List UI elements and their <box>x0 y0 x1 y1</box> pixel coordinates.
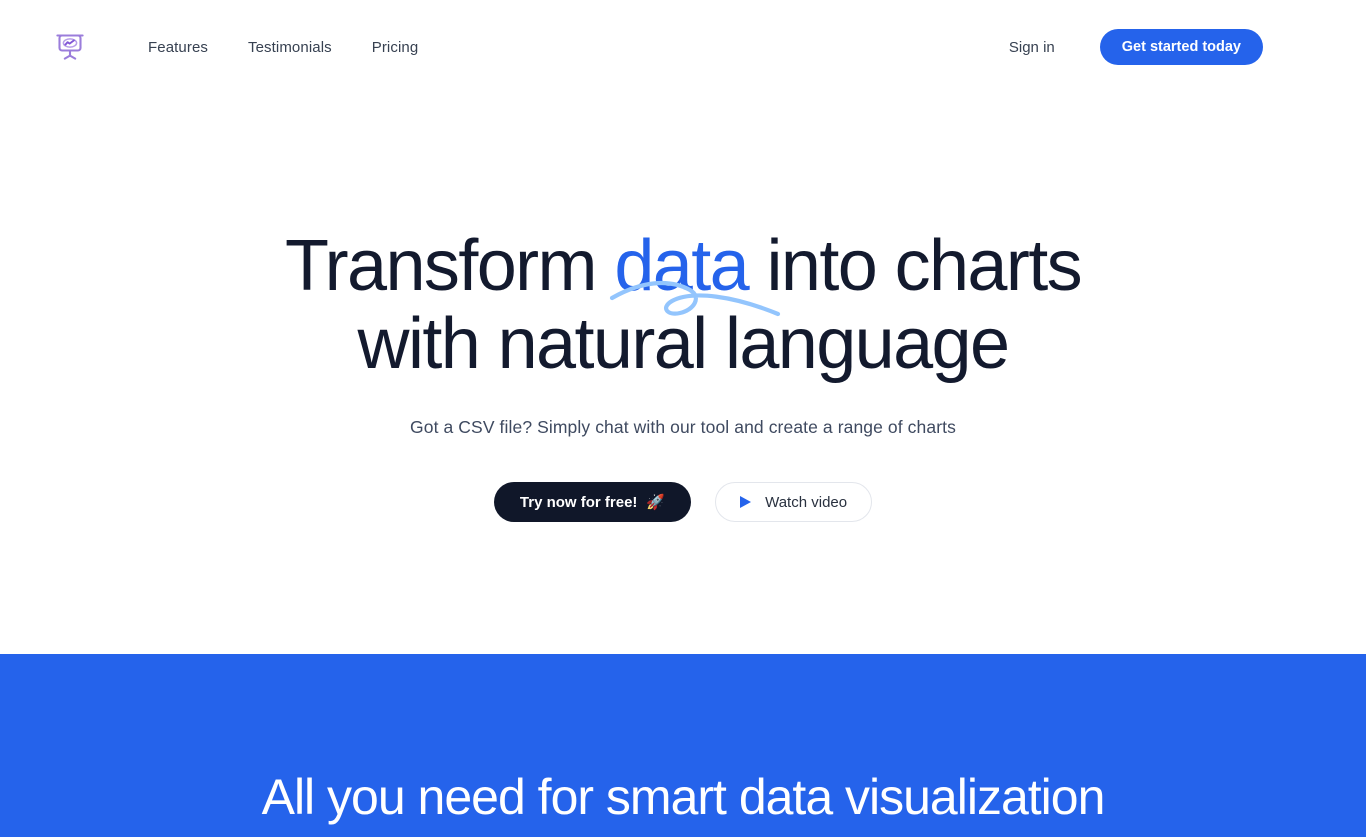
main-navigation: Features Testimonials Pricing <box>148 0 418 94</box>
header-actions: Sign in Get started today <box>1009 0 1263 94</box>
presentation-chart-icon <box>54 31 86 63</box>
hero-subtitle: Got a CSV file? Simply chat with our too… <box>410 417 956 437</box>
hero-title-highlight: data <box>610 230 781 317</box>
nav-link-testimonials[interactable]: Testimonials <box>248 39 332 56</box>
logo-link[interactable] <box>52 29 88 65</box>
watch-video-button-label: Watch video <box>765 493 848 511</box>
try-now-button[interactable]: Try now for free! 🚀 <box>493 482 692 522</box>
hero-title-highlight-text: data <box>614 226 749 306</box>
rocket-icon: 🚀 <box>646 493 666 511</box>
nav-link-features[interactable]: Features <box>148 39 208 56</box>
features-section-heading: All you need for smart data visualizatio… <box>261 769 1106 825</box>
hero-title-part2: into charts <box>748 226 1082 306</box>
play-icon <box>740 496 752 508</box>
page-title: Transform data into charts with natural … <box>133 230 1233 380</box>
watch-video-button[interactable]: Watch video <box>715 482 873 522</box>
get-started-button[interactable]: Get started today <box>1099 29 1263 65</box>
try-now-button-label: Try now for free! <box>519 493 638 511</box>
nav-link-pricing[interactable]: Pricing <box>372 39 419 56</box>
features-section: All you need for smart data visualizatio… <box>0 654 1366 837</box>
site-header: Features Testimonials Pricing Sign in Ge… <box>0 0 1366 94</box>
hero-button-group: Try now for free! 🚀 Watch video <box>493 482 873 522</box>
hero-section: Transform data into charts with natural … <box>0 94 1366 654</box>
hero-title-line2: with natural language <box>357 304 1011 384</box>
landing-page: Features Testimonials Pricing Sign in Ge… <box>0 0 1366 837</box>
hero-title-part1: Transform <box>284 226 615 306</box>
sign-in-link[interactable]: Sign in <box>1009 39 1055 56</box>
